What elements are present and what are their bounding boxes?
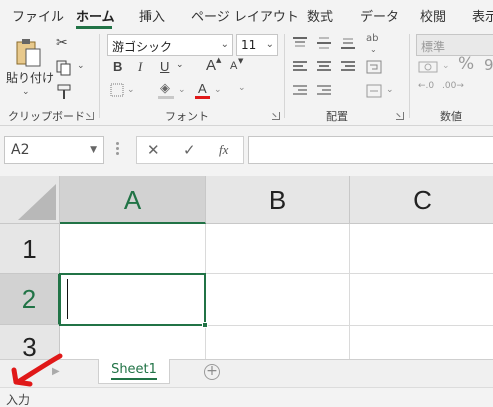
grow-font-icon: ▲ xyxy=(216,56,222,64)
fill-color-dropdown-icon[interactable]: ⌄ xyxy=(178,86,186,95)
copy-dropdown-icon[interactable]: ⌄ xyxy=(77,62,85,71)
number-format-value: 標準 xyxy=(421,40,446,54)
text-cursor xyxy=(67,279,68,319)
bottom-align-icon[interactable] xyxy=(340,36,356,50)
tab-view[interactable]: 表示 xyxy=(472,6,493,25)
shrink-font-icon: ▼ xyxy=(238,57,244,65)
font-color-swatch xyxy=(195,96,210,99)
fill-handle[interactable] xyxy=(202,322,208,328)
phonetic-icon[interactable]: ⌄ xyxy=(238,84,246,93)
tab-home[interactable]: ホーム xyxy=(76,6,115,25)
middle-align-icon[interactable] xyxy=(316,36,332,50)
row-header-2[interactable]: 2 xyxy=(0,274,60,325)
fill-color-swatch xyxy=(158,96,174,99)
font-size-value: 11 xyxy=(241,38,257,52)
annotation-arrow-icon xyxy=(11,353,63,387)
resize-handle-icon[interactable] xyxy=(116,142,119,156)
alignment-launcher-icon[interactable] xyxy=(396,112,404,120)
chevron-down-icon: ⌄ xyxy=(220,39,229,50)
paste-icon[interactable] xyxy=(14,36,44,68)
top-align-icon[interactable] xyxy=(292,36,308,50)
clipboard-group-label: クリップボード xyxy=(8,110,85,123)
gridline xyxy=(349,224,350,359)
italic-button[interactable]: I xyxy=(138,60,142,73)
format-painter-icon[interactable] xyxy=(56,84,72,100)
formula-button-group: ✕ ✓ fx xyxy=(136,136,244,164)
active-cell-a2[interactable] xyxy=(59,273,208,328)
wrap-text-icon[interactable] xyxy=(366,60,382,74)
merge-center-icon[interactable] xyxy=(366,84,382,98)
group-divider xyxy=(284,34,285,118)
number-group-label: 数値 xyxy=(440,110,462,123)
ribbon: 貼り付け ⌄ ✂ ⌄ クリップボード 游ゴシック ⌄ 11 ⌄ B I U ⌄ … xyxy=(0,30,493,126)
underline-button[interactable]: U xyxy=(160,60,169,73)
decrease-decimal-icon[interactable]: .00→ xyxy=(442,82,464,91)
sheet-tab-bar: ▶ Sheet1 + xyxy=(0,359,493,387)
comma-style-icon[interactable]: 9 xyxy=(484,58,493,73)
row-header-1[interactable]: 1 xyxy=(0,224,60,274)
borders-dropdown-icon[interactable]: ⌄ xyxy=(127,86,135,95)
alignment-group-label: 配置 xyxy=(326,110,348,123)
tab-review[interactable]: 校閲 xyxy=(420,6,446,25)
column-header-b[interactable]: B xyxy=(206,176,350,224)
paste-button-label[interactable]: 貼り付け xyxy=(6,72,54,84)
font-launcher-icon[interactable] xyxy=(272,112,280,120)
add-sheet-button[interactable]: + xyxy=(204,364,220,380)
font-name-select[interactable]: 游ゴシック ⌄ xyxy=(107,34,233,56)
font-name-value: 游ゴシック xyxy=(112,40,173,54)
currency-icon[interactable] xyxy=(418,60,438,74)
number-format-select[interactable]: 標準 xyxy=(416,34,493,56)
status-mode: 入力 xyxy=(6,393,31,407)
decrease-indent-icon[interactable] xyxy=(292,84,308,98)
enter-icon[interactable]: ✓ xyxy=(183,143,196,158)
font-color-button[interactable]: A xyxy=(198,82,207,95)
font-color-dropdown-icon[interactable]: ⌄ xyxy=(214,86,222,95)
shrink-font-button[interactable]: A xyxy=(230,61,237,72)
insert-function-icon[interactable]: fx xyxy=(219,143,228,156)
fill-color-icon[interactable]: ◈ xyxy=(160,82,170,95)
align-center-icon[interactable] xyxy=(316,60,332,74)
currency-dropdown-icon[interactable]: ⌄ xyxy=(442,62,450,71)
tab-formulas[interactable]: 数式 xyxy=(307,6,333,25)
clipboard-launcher-icon[interactable] xyxy=(86,112,94,120)
increase-indent-icon[interactable] xyxy=(316,84,332,98)
select-all-button[interactable] xyxy=(0,176,60,224)
cancel-icon[interactable]: ✕ xyxy=(147,143,160,158)
active-tab-indicator xyxy=(76,26,112,29)
align-right-icon[interactable] xyxy=(340,60,356,74)
sheet-tab-sheet1[interactable]: Sheet1 xyxy=(98,359,170,384)
align-left-icon[interactable] xyxy=(292,60,308,74)
chevron-down-icon: ▼ xyxy=(90,145,97,155)
orientation-dropdown-icon: ⌄ xyxy=(370,45,377,54)
tab-page-layout[interactable]: ページ レイアウト xyxy=(191,6,299,25)
increase-decimal-icon[interactable]: ←.0 xyxy=(418,82,434,91)
tab-file[interactable]: ファイル xyxy=(12,6,64,25)
group-divider xyxy=(409,34,410,118)
paste-dropdown-icon[interactable]: ⌄ xyxy=(22,88,30,97)
formula-input[interactable] xyxy=(248,136,493,164)
group-divider xyxy=(99,34,100,118)
formula-bar: A2 ▼ ✕ ✓ fx xyxy=(0,126,493,176)
bold-button[interactable]: B xyxy=(113,60,122,73)
name-box-value: A2 xyxy=(11,142,30,158)
cut-icon[interactable]: ✂ xyxy=(56,36,68,50)
tab-data[interactable]: データ xyxy=(360,6,399,25)
font-group-label: フォント xyxy=(165,110,209,123)
column-header-a[interactable]: A xyxy=(60,176,206,224)
worksheet-grid: A B C 1 2 3 xyxy=(0,176,493,359)
tab-insert[interactable]: 挿入 xyxy=(139,6,165,25)
font-size-select[interactable]: 11 ⌄ xyxy=(236,34,278,56)
chevron-down-icon: ⌄ xyxy=(265,39,274,50)
merge-dropdown-icon[interactable]: ⌄ xyxy=(386,86,394,95)
borders-icon[interactable] xyxy=(110,83,124,97)
grow-font-button[interactable]: A xyxy=(206,58,216,73)
ribbon-tab-bar: ファイル ホーム 挿入 ページ レイアウト 数式 データ 校閲 表示 xyxy=(0,0,493,30)
underline-dropdown-icon[interactable]: ⌄ xyxy=(176,61,184,70)
column-header-c[interactable]: C xyxy=(350,176,493,224)
name-box[interactable]: A2 ▼ xyxy=(4,136,104,164)
orientation-icon[interactable]: ab xyxy=(366,34,378,44)
percent-button[interactable]: % xyxy=(458,56,474,73)
status-bar: 入力 xyxy=(0,387,493,407)
copy-icon[interactable] xyxy=(56,60,72,76)
